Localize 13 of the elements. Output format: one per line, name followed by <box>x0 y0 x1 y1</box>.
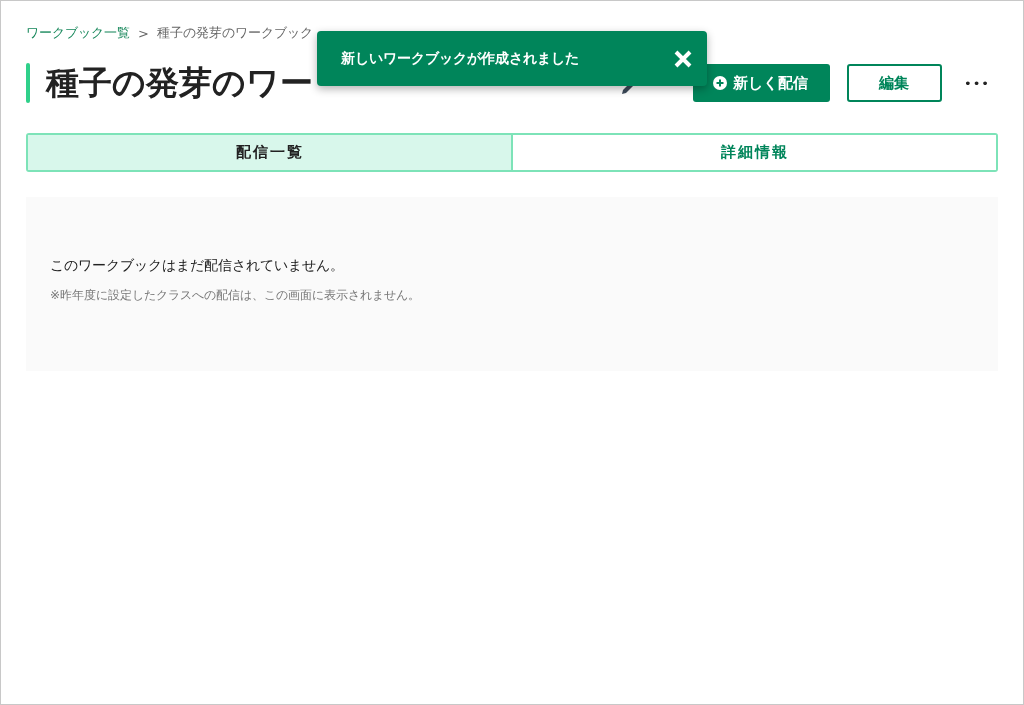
breadcrumb-link[interactable]: ワークブック一覧 <box>26 24 130 42</box>
new-distribution-button[interactable]: 新しく配信 <box>693 64 830 102</box>
note-text: ※昨年度に設定したクラスへの配信は、この画面に表示されません。 <box>50 287 422 304</box>
plus-icon <box>713 76 727 90</box>
edit-button[interactable]: 編集 <box>847 64 942 102</box>
tab[interactable]: 配信一覧 <box>28 135 511 170</box>
more-button[interactable]: ••• <box>964 75 990 91</box>
tab[interactable]: 詳細情報 <box>511 135 996 170</box>
close-icon[interactable] <box>673 48 693 69</box>
toast-message: 新しいワークブックが作成されました <box>341 49 580 68</box>
breadcrumb-separator: > <box>138 25 149 41</box>
empty-message: このワークブックはまだ配信されていません。 <box>50 257 345 275</box>
breadcrumb-current: 種子の発芽のワークブック <box>156 24 313 42</box>
